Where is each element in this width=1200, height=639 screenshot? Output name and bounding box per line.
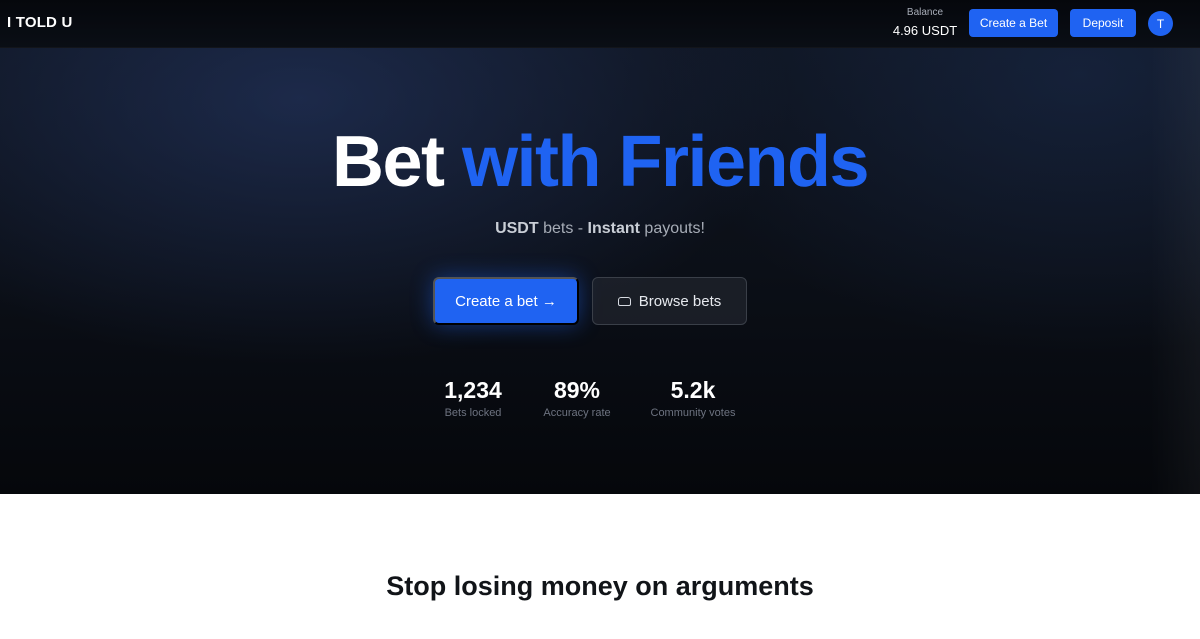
balance-value: 4.96 USDT	[892, 23, 958, 38]
stat-value: 5.2k	[670, 377, 716, 403]
section-title: Stop losing money on arguments	[386, 571, 814, 601]
subtitle-bets: bets -	[538, 220, 588, 237]
stat-label: Accuracy rate	[543, 407, 611, 419]
balance-display: Balance 4.96 USDT	[884, 7, 966, 39]
top-navigation-bar: I TOLD U Balance 4.96 USDT Create a Bet …	[0, 0, 1200, 48]
user-avatar[interactable]: T	[1148, 11, 1173, 36]
stat-bets-locked: 1,234 Bets locked	[433, 376, 513, 420]
wallet-icon	[617, 296, 631, 306]
stat-label: Bets locked	[444, 407, 502, 419]
brand-logo[interactable]: I TOLD U	[7, 14, 73, 31]
subtitle-payouts: payouts!	[639, 220, 705, 237]
stat-label: Community votes	[650, 407, 736, 419]
stat-value: 1,234	[444, 377, 502, 403]
create-bet-header-button[interactable]: Create a Bet	[969, 9, 1058, 37]
create-bet-cta-button[interactable]: Create a bet →	[433, 277, 579, 325]
deposit-button[interactable]: Deposit	[1070, 9, 1136, 37]
hero-subtitle: USDT bets - Instant payouts!	[0, 219, 1200, 239]
subtitle-instant: Instant	[587, 220, 640, 237]
headline-blue-text: with Friends	[462, 122, 870, 202]
create-bet-cta-label: Create a bet →	[455, 292, 557, 310]
stat-community-votes: 5.2k Community votes	[643, 376, 743, 420]
subtitle-usdt: USDT	[495, 220, 539, 237]
browse-bets-button[interactable]: Browse bets	[592, 277, 747, 325]
balance-label: Balance	[906, 7, 944, 18]
hero-headline: Bet with Friends	[0, 120, 1200, 204]
headline-white-text: Bet	[331, 122, 445, 202]
browse-bets-label: Browse bets	[638, 292, 722, 310]
stat-value: 89%	[553, 377, 601, 403]
stat-accuracy-rate: 89% Accuracy rate	[532, 376, 622, 420]
hero-edge-shade	[1150, 48, 1200, 494]
